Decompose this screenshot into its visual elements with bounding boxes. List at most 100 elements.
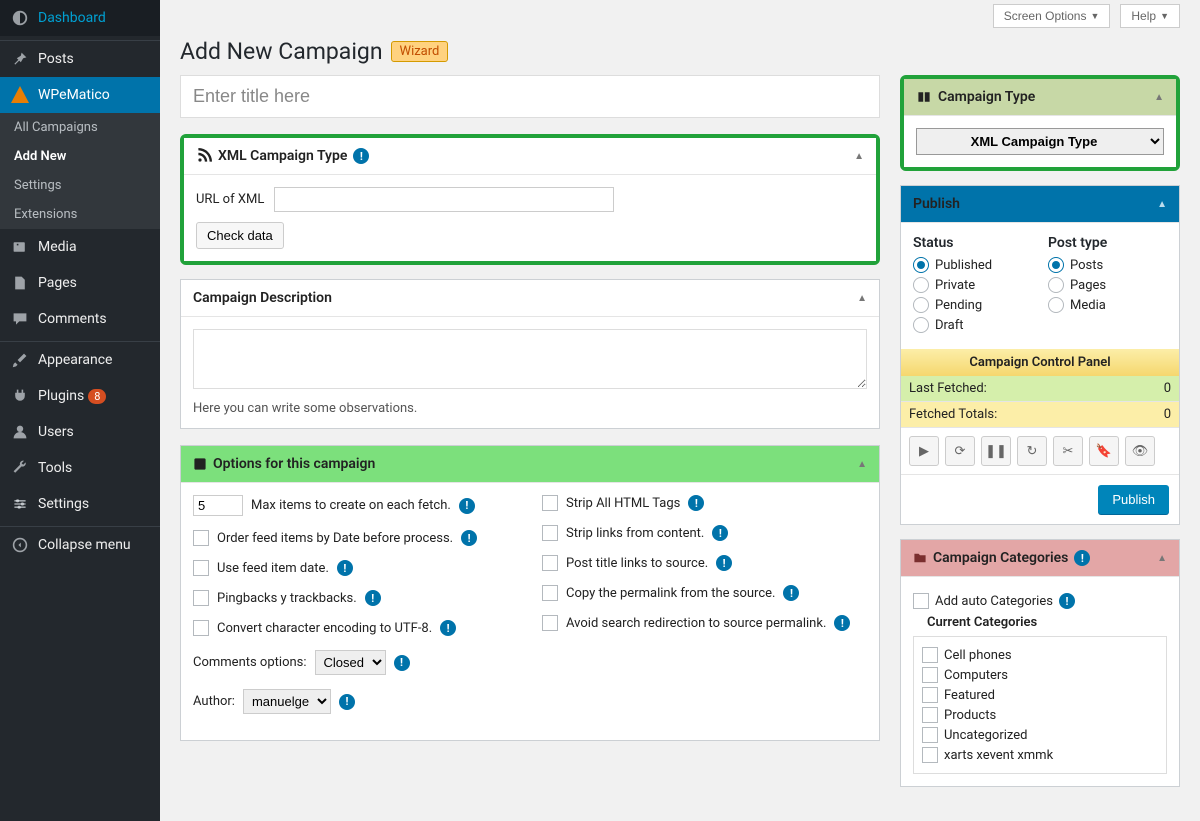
cat-checkbox[interactable] [922,747,938,763]
info-icon[interactable]: ! [365,590,381,606]
nav-comments[interactable]: Comments [0,301,160,337]
avoid-redirect-checkbox[interactable] [542,615,558,631]
nav-label: Users [38,424,74,440]
sub-extensions[interactable]: Extensions [0,200,160,229]
sub-settings[interactable]: Settings [0,171,160,200]
cat-label: xarts xevent xmmk [944,748,1053,763]
info-icon[interactable]: ! [337,560,353,576]
sub-all-campaigns[interactable]: All Campaigns [0,113,160,142]
sub-add-new[interactable]: Add New [0,142,160,171]
campaign-title-input[interactable] [180,75,880,118]
info-icon[interactable]: ! [688,495,704,511]
options-panel: Options for this campaign▲ Max items to … [180,445,880,741]
check-data-button[interactable]: Check data [196,222,284,249]
info-icon[interactable]: ! [440,620,456,636]
options-icon [193,457,207,471]
nav-label: WPeMatico [38,87,110,103]
info-icon[interactable]: ! [1074,550,1090,566]
cat-checkbox[interactable] [922,727,938,743]
copy-permalink-checkbox[interactable] [542,585,558,601]
publish-button[interactable]: Publish [1098,485,1169,514]
nav-wpematico[interactable]: WPeMatico [0,77,160,113]
ccp-last-fetched: Last Fetched:0 [901,376,1179,402]
collapse-menu[interactable]: Collapse menu [0,527,160,563]
cat-checkbox[interactable] [922,647,938,663]
nav-posts[interactable]: Posts [0,41,160,77]
nav-users[interactable]: Users [0,414,160,450]
panel-toggle[interactable]: ▲ [857,459,867,470]
page-title: Add New Campaign Wizard [180,38,1180,65]
posttype-pages-radio[interactable] [1048,277,1064,293]
nav-settings[interactable]: Settings [0,486,160,522]
info-icon[interactable]: ! [459,498,475,514]
nav-pages[interactable]: Pages [0,265,160,301]
posttype-posts-radio[interactable] [1048,257,1064,273]
type-panel-highlight: Campaign Type▲ XML Campaign Type [900,75,1180,171]
posttype-media-radio[interactable] [1048,297,1064,313]
info-icon[interactable]: ! [353,148,369,164]
utf8-checkbox[interactable] [193,620,209,636]
status-pending-radio[interactable] [913,297,929,313]
comments-icon [10,309,30,329]
panel-title: Publish [913,196,960,212]
pause-icon[interactable]: ❚❚ [981,436,1011,466]
comments-select[interactable]: Closed [315,650,386,675]
info-icon[interactable]: ! [461,530,477,546]
status-published-radio[interactable] [913,257,929,273]
panel-title: Campaign Description [193,290,332,306]
media-icon [10,237,30,257]
panel-toggle[interactable]: ▲ [857,293,867,304]
tag-icon[interactable]: 🔖 [1089,436,1119,466]
url-xml-input[interactable] [274,187,614,212]
play-icon[interactable]: ▶ [909,436,939,466]
info-icon[interactable]: ! [783,585,799,601]
strip-html-checkbox[interactable] [542,495,558,511]
cat-checkbox[interactable] [922,687,938,703]
add-auto-cat-checkbox[interactable] [913,593,929,609]
help-button[interactable]: Help ▼ [1120,4,1180,28]
strip-links-checkbox[interactable] [542,525,558,541]
history-icon[interactable]: ↻ [1017,436,1047,466]
tools-icon[interactable]: ✂ [1053,436,1083,466]
nav-dashboard[interactable]: Dashboard [0,0,160,36]
description-textarea[interactable] [193,329,867,389]
nav-tools[interactable]: Tools [0,450,160,486]
panel-toggle[interactable]: ▲ [1157,553,1167,564]
dashboard-icon [10,8,30,28]
eye-icon[interactable]: 👁 [1125,436,1155,466]
cat-checkbox[interactable] [922,667,938,683]
info-icon[interactable]: ! [716,555,732,571]
info-icon[interactable]: ! [394,655,410,671]
panel-toggle[interactable]: ▲ [1154,92,1164,103]
author-select[interactable]: manuelge [243,689,331,714]
info-icon[interactable]: ! [1059,593,1075,609]
chevron-down-icon: ▼ [1160,11,1169,21]
info-icon[interactable]: ! [712,525,728,541]
status-draft-radio[interactable] [913,317,929,333]
pingbacks-checkbox[interactable] [193,590,209,606]
ccp-fetched-totals: Fetched Totals:0 [901,402,1179,428]
nav-plugins[interactable]: Plugins8 [0,378,160,414]
use-date-checkbox[interactable] [193,560,209,576]
nav-media[interactable]: Media [0,229,160,265]
nav-appearance[interactable]: Appearance [0,342,160,378]
wpematico-icon [10,85,30,105]
info-icon[interactable]: ! [339,694,355,710]
panel-toggle[interactable]: ▲ [854,151,864,162]
info-icon[interactable]: ! [834,615,850,631]
cat-label: Uncategorized [944,728,1027,743]
title-link-checkbox[interactable] [542,555,558,571]
screen-options-button[interactable]: Screen Options ▼ [993,4,1111,28]
plugins-count-badge: 8 [88,389,106,404]
refresh-icon[interactable]: ⟳ [945,436,975,466]
panel-toggle[interactable]: ▲ [1157,199,1167,210]
cat-checkbox[interactable] [922,707,938,723]
brush-icon [10,350,30,370]
status-private-radio[interactable] [913,277,929,293]
campaign-type-select[interactable]: XML Campaign Type [916,128,1164,155]
order-date-checkbox[interactable] [193,530,209,546]
opt-label: Use feed item date. [217,561,329,576]
max-items-input[interactable] [193,495,243,516]
wizard-badge[interactable]: Wizard [391,41,449,62]
category-list[interactable]: Cell phones Computers Featured Products … [913,636,1167,774]
